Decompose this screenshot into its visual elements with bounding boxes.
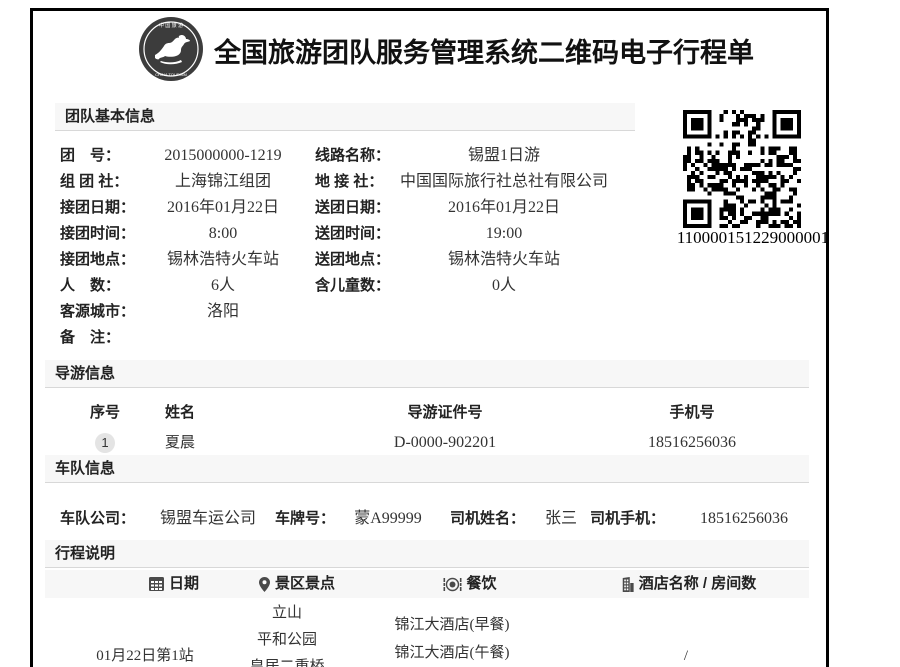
china-tourism-emblem-icon: 中 国 旅 游 CHINA TOURISM <box>137 15 205 83</box>
driver-phone: 18516256036 <box>700 506 788 532</box>
column-header-hotel: 餐饮 <box>466 570 496 598</box>
field-label: 送团地点： <box>315 247 390 273</box>
field-label: 司机姓名： <box>450 506 525 532</box>
field-value: 2015000000-1219 <box>128 143 318 169</box>
field-value: 6人 <box>128 273 318 299</box>
field-row: 客源城市： 洛阳 <box>33 299 683 325</box>
guide-cert-number: D-0000-902201 <box>315 428 575 458</box>
qr-code-icon <box>683 110 801 228</box>
field-label: 人 数： <box>60 273 120 299</box>
field-value: 0人 <box>388 273 620 299</box>
plate-number: 蒙A99999 <box>354 506 422 532</box>
field-value: 2016年01月22日 <box>388 195 620 221</box>
section-title-basic-info: 团队基本信息 <box>55 103 635 131</box>
itinerary-hotel: / <box>684 646 688 666</box>
itinerary-spot: 平和公园 <box>257 630 317 650</box>
field-label: 组 团 社： <box>60 169 128 195</box>
section-title-guide-info: 导游信息 <box>45 360 809 388</box>
page-title: 全国旅游团队服务管理系统二维码电子行程单 <box>214 31 754 70</box>
field-label: 车牌号： <box>275 506 335 532</box>
field-label: 备 注： <box>60 325 120 351</box>
field-row: 备 注： <box>33 325 683 351</box>
column-header-no: 序号 <box>45 400 165 426</box>
field-row: 接团时间： 8:00 送团时间： 19:00 <box>33 221 683 247</box>
field-label: 含儿童数： <box>315 273 390 299</box>
dining-icon <box>443 577 461 592</box>
field-row: 团 号： 2015000000-1219 线路名称： 锡盟1日游 <box>33 143 683 169</box>
hotel-icon <box>620 577 634 592</box>
field-row: 接团地点： 锡林浩特火车站 送团地点： 锡林浩特火车站 <box>33 247 683 273</box>
guide-table-header: 序号 姓名 导游证件号 手机号 <box>45 400 809 426</box>
field-value: 2016年01月22日 <box>128 195 318 221</box>
fleet-info-row: 车队公司： 锡盟车运公司 车牌号： 蒙A99999 司机姓名： 张三 司机手机：… <box>45 506 809 532</box>
field-label: 车队公司： <box>60 506 135 532</box>
itinerary-document: 中 国 旅 游 CHINA TOURISM 全国旅游团队服务管理系统二维码电子行… <box>30 8 829 667</box>
itinerary-spot: 立山 <box>272 603 302 623</box>
field-value: 19:00 <box>388 221 620 247</box>
column-header-phone: 手机号 <box>575 400 809 426</box>
calendar-icon <box>149 577 164 591</box>
guide-no-badge: 1 <box>95 433 115 453</box>
field-label: 接团地点： <box>60 247 135 273</box>
itinerary-meal: 锦江大酒店(早餐) <box>395 615 510 635</box>
emblem-text-bottom: CHINA TOURISM <box>155 72 187 77</box>
field-value: 8:00 <box>128 221 318 247</box>
driver-name: 张三 <box>545 506 577 532</box>
field-value: 锡林浩特火车站 <box>388 247 620 273</box>
field-value: 锡林浩特火车站 <box>128 247 318 273</box>
field-label: 送团时间： <box>315 221 390 247</box>
section-title-fleet-info: 车队信息 <box>45 455 809 483</box>
column-header-name: 姓名 <box>165 400 315 426</box>
itinerary-table-header: 日期 景区景点 餐饮 酒店名称 / 房间数 <box>45 570 809 598</box>
field-row: 组 团 社： 上海锦江组团 地 接 社： 中国国际旅行社总社有限公司 <box>33 169 683 195</box>
itinerary-date: 01月22日第1站 <box>96 646 194 666</box>
fleet-company: 锡盟车运公司 <box>160 506 256 532</box>
field-label: 线路名称： <box>315 143 390 169</box>
field-value: 中国国际旅行社总社有限公司 <box>388 169 620 195</box>
field-value: 上海锦江组团 <box>128 169 318 195</box>
field-label: 司机手机： <box>590 506 665 532</box>
location-pin-icon <box>259 577 270 592</box>
field-label: 客源城市： <box>60 299 135 325</box>
field-row: 接团日期： 2016年01月22日 送团日期： 2016年01月22日 <box>33 195 683 221</box>
emblem-text-top: 中 国 旅 游 <box>159 22 183 29</box>
itinerary-spot: 皇居二重桥 <box>249 657 324 667</box>
field-label: 地 接 社： <box>315 169 383 195</box>
guide-table-row: 1 夏晨 D-0000-902201 18516256036 <box>45 428 809 458</box>
column-header-cert: 导游证件号 <box>315 400 575 426</box>
field-row: 人 数： 6人 含儿童数： 0人 <box>33 273 683 299</box>
guide-name: 夏晨 <box>165 428 315 458</box>
field-label: 送团日期： <box>315 195 390 221</box>
field-label: 接团日期： <box>60 195 135 221</box>
field-value: 洛阳 <box>128 299 318 325</box>
field-label: 接团时间： <box>60 221 135 247</box>
field-label: 团 号： <box>60 143 120 169</box>
column-header-date: 日期 <box>169 570 199 598</box>
column-header-hotel-rooms: 酒店名称 / 房间数 <box>639 570 757 598</box>
qr-number: 110000151229000001 <box>675 228 831 248</box>
basic-info-fields: 团 号： 2015000000-1219 线路名称： 锡盟1日游 组 团 社： … <box>33 143 683 351</box>
guide-phone: 18516256036 <box>575 428 809 458</box>
field-value: 锡盟1日游 <box>388 143 620 169</box>
itinerary-meal: 锦江大酒店(午餐) <box>395 643 510 663</box>
section-title-itinerary: 行程说明 <box>45 540 809 568</box>
column-header-spots: 景区景点 <box>275 570 335 598</box>
guide-table: 序号 姓名 导游证件号 手机号 1 夏晨 D-0000-902201 18516… <box>45 400 809 458</box>
